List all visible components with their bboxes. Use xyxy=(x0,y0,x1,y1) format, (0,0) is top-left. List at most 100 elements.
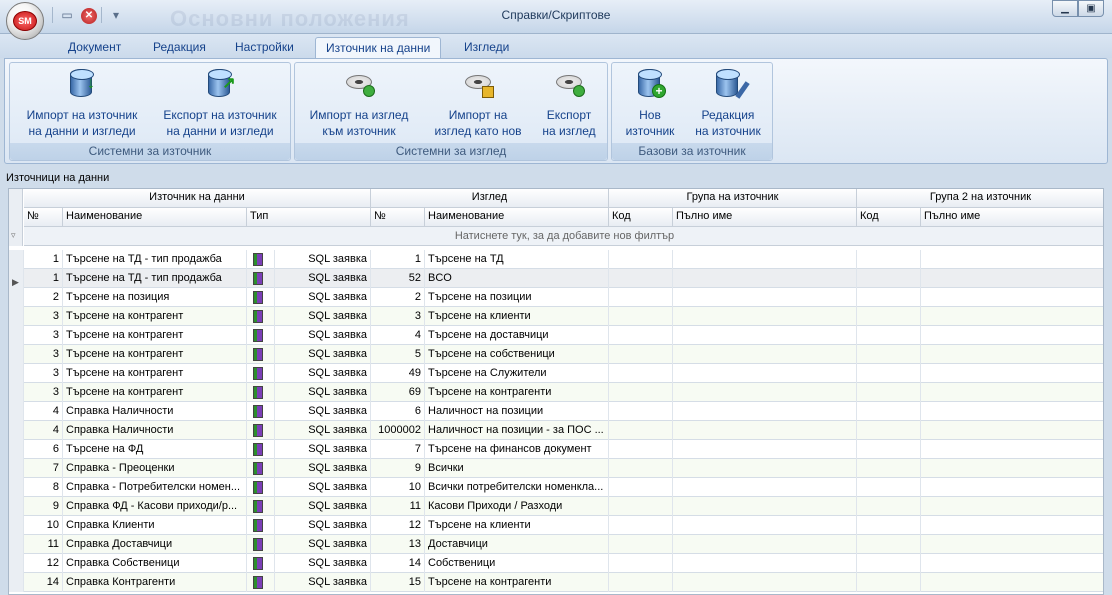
cell-n[interactable]: 4 xyxy=(24,421,63,440)
table-row[interactable]: ▶ 1 Търсене на ТД - тип продажба SQL заявка… xyxy=(9,269,1103,288)
cell-name[interactable]: Търсене на позиция xyxy=(63,288,247,307)
table-row[interactable]: 14 Справка Контрагенти SQL заявка 15 Търсене… xyxy=(9,573,1103,592)
cell-f2[interactable] xyxy=(921,269,1103,288)
cell-f1[interactable] xyxy=(673,421,857,440)
cell-type[interactable]: SQL заявка xyxy=(275,459,371,478)
cell-vname[interactable]: Търсене на позиции xyxy=(425,288,609,307)
table-row[interactable]: 12 Справка Собственици SQL заявка 14 Собстве… xyxy=(9,554,1103,573)
cell-f2[interactable] xyxy=(921,440,1103,459)
table-row[interactable]: 4 Справка Наличности SQL заявка 6 Наличност … xyxy=(9,402,1103,421)
cell-vn[interactable]: 9 xyxy=(371,459,425,478)
cell-c2[interactable] xyxy=(857,307,921,326)
cell-f2[interactable] xyxy=(921,364,1103,383)
cell-type[interactable]: SQL заявка xyxy=(275,497,371,516)
table-row[interactable]: 8 Справка - Потребителски номен... SQL зая… xyxy=(9,478,1103,497)
cell-n[interactable]: 3 xyxy=(24,345,63,364)
cell-type[interactable]: SQL заявка xyxy=(275,516,371,535)
cell-f2[interactable] xyxy=(921,383,1103,402)
cell-f1[interactable] xyxy=(673,383,857,402)
cell-c1[interactable] xyxy=(609,269,673,288)
cell-c2[interactable] xyxy=(857,440,921,459)
cell-f1[interactable] xyxy=(673,554,857,573)
cell-f2[interactable] xyxy=(921,516,1103,535)
cell-c1[interactable] xyxy=(609,478,673,497)
cell-name[interactable]: Справка Наличности xyxy=(63,402,247,421)
tab-data-source[interactable]: Източник на данни xyxy=(315,37,442,58)
cell-c2[interactable] xyxy=(857,459,921,478)
cell-vn[interactable]: 12 xyxy=(371,516,425,535)
cell-vname[interactable]: Търсене на финансов документ xyxy=(425,440,609,459)
cell-c2[interactable] xyxy=(857,288,921,307)
cell-n[interactable]: 4 xyxy=(24,402,63,421)
cell-f1[interactable] xyxy=(673,516,857,535)
cell-vname[interactable]: Търсене на доставчици xyxy=(425,326,609,345)
cell-c2[interactable] xyxy=(857,516,921,535)
export-view-button[interactable]: Експорт на изглед xyxy=(537,67,601,139)
cell-vn[interactable]: 69 xyxy=(371,383,425,402)
cell-c1[interactable] xyxy=(609,440,673,459)
cell-vname[interactable]: Доставчици xyxy=(425,535,609,554)
tab-edit[interactable]: Редакция xyxy=(143,37,216,58)
cell-f2[interactable] xyxy=(921,402,1103,421)
new-source-button[interactable]: + Нов източник xyxy=(618,67,682,139)
cell-vname[interactable]: Търсене на собственици xyxy=(425,345,609,364)
cell-type[interactable]: SQL заявка xyxy=(275,326,371,345)
cell-n[interactable]: 6 xyxy=(24,440,63,459)
cell-type[interactable]: SQL заявка xyxy=(275,573,371,592)
cell-f1[interactable] xyxy=(673,573,857,592)
cell-n[interactable]: 12 xyxy=(24,554,63,573)
cell-c2[interactable] xyxy=(857,554,921,573)
import-source-button[interactable]: ↓ Импорт на източник на данни и изгледи xyxy=(16,67,148,139)
cell-vn[interactable]: 49 xyxy=(371,364,425,383)
cell-n[interactable]: 3 xyxy=(24,307,63,326)
table-row[interactable]: 9 Справка ФД - Касови приходи/р... SQL зая… xyxy=(9,497,1103,516)
cell-vn[interactable]: 15 xyxy=(371,573,425,592)
cell-vn[interactable]: 13 xyxy=(371,535,425,554)
cell-type[interactable]: SQL заявка xyxy=(275,345,371,364)
cell-c1[interactable] xyxy=(609,326,673,345)
tab-settings[interactable]: Настройки xyxy=(225,37,304,58)
table-row[interactable]: 3 Търсене на контрагент SQL заявка 49 Търсен… xyxy=(9,364,1103,383)
cell-name[interactable]: Търсене на контрагент xyxy=(63,383,247,402)
cell-c1[interactable] xyxy=(609,516,673,535)
cell-n[interactable]: 3 xyxy=(24,383,63,402)
cell-type[interactable]: SQL заявка xyxy=(275,440,371,459)
edit-source-button[interactable]: Редакция на източник xyxy=(686,67,770,139)
filter-row[interactable]: Натиснете тук, за да добавите нов филтър xyxy=(24,227,1103,246)
cell-c1[interactable] xyxy=(609,364,673,383)
save-icon[interactable]: ▭ xyxy=(57,6,77,24)
col-source-number[interactable]: № xyxy=(24,208,63,227)
cell-c2[interactable] xyxy=(857,345,921,364)
cell-f1[interactable] xyxy=(673,269,857,288)
cell-name[interactable]: Търсене на ФД xyxy=(63,440,247,459)
col-view-number[interactable]: № xyxy=(371,208,425,227)
cell-c2[interactable] xyxy=(857,250,921,269)
band-source-group-2[interactable]: Група 2 на източник xyxy=(857,189,1103,208)
cell-name[interactable]: Справка ФД - Касови приходи/р... xyxy=(63,497,247,516)
cell-f1[interactable] xyxy=(673,250,857,269)
table-row[interactable]: 7 Справка - Преоценки SQL заявка 9 Всички xyxy=(9,459,1103,478)
cell-f2[interactable] xyxy=(921,535,1103,554)
cell-vname[interactable]: Търсене на ТД xyxy=(425,250,609,269)
cell-vname[interactable]: Търсене на клиенти xyxy=(425,516,609,535)
cell-f1[interactable] xyxy=(673,459,857,478)
tab-views[interactable]: Изгледи xyxy=(454,37,519,58)
cell-vname[interactable]: Търсене на контрагенти xyxy=(425,383,609,402)
table-row[interactable]: 1 Търсене на ТД - тип продажба SQL заявка 1… xyxy=(9,250,1103,269)
cell-name[interactable]: Справка Контрагенти xyxy=(63,573,247,592)
cell-vn[interactable]: 14 xyxy=(371,554,425,573)
cell-vname[interactable]: Наличност на позиции - за ПОС ... xyxy=(425,421,609,440)
cell-c2[interactable] xyxy=(857,402,921,421)
cell-f2[interactable] xyxy=(921,307,1103,326)
cell-c1[interactable] xyxy=(609,288,673,307)
cell-c2[interactable] xyxy=(857,364,921,383)
cell-c1[interactable] xyxy=(609,497,673,516)
cell-vname[interactable]: Търсене на Служители xyxy=(425,364,609,383)
import-view-new-button[interactable]: Импорт на изглед като нов xyxy=(423,67,533,139)
cell-vn[interactable]: 1 xyxy=(371,250,425,269)
cell-c1[interactable] xyxy=(609,573,673,592)
cell-name[interactable]: Търсене на ТД - тип продажба xyxy=(63,250,247,269)
table-row[interactable]: 4 Справка Наличности SQL заявка 1000002 Нали… xyxy=(9,421,1103,440)
table-row[interactable]: 10 Справка Клиенти SQL заявка 12 Търсене на … xyxy=(9,516,1103,535)
cell-c2[interactable] xyxy=(857,535,921,554)
